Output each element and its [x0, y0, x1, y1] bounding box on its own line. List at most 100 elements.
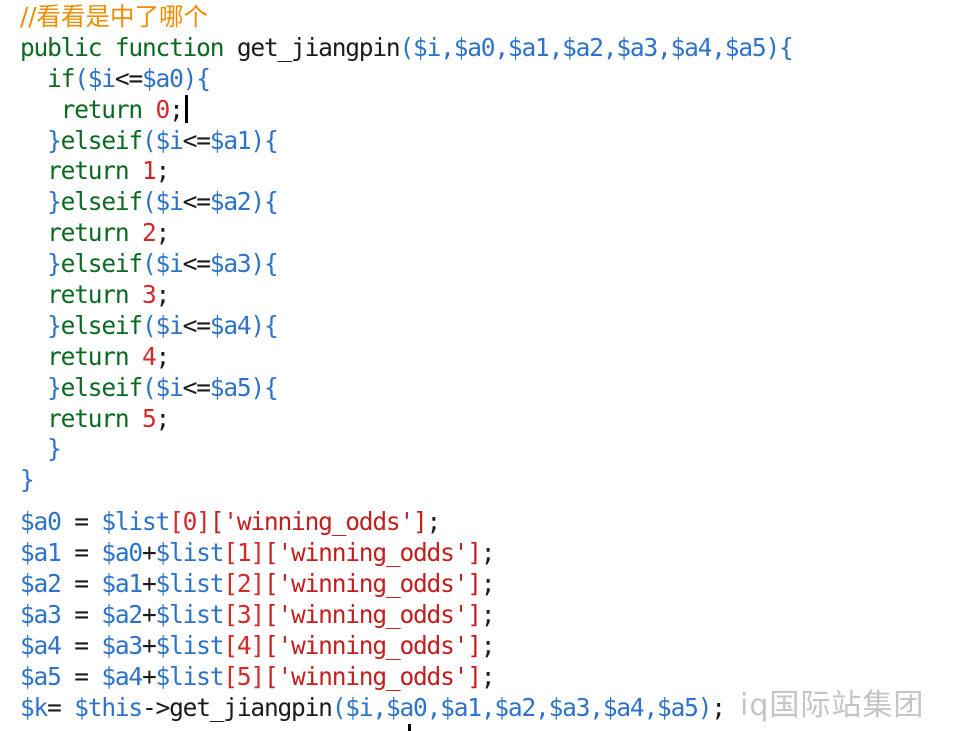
if-condition: ($i<=$a0){: [74, 63, 211, 93]
watermark: iq国际站集团: [740, 688, 925, 723]
closing-brace: }: [47, 434, 62, 464]
code-line[interactable]: return 1;: [20, 156, 793, 187]
keyword-return: return: [47, 341, 130, 371]
keyword-elseif: elseif: [60, 249, 144, 279]
code-line[interactable]: $a3 = $a2+$list[3]['winning_odds'];: [20, 600, 793, 631]
code-line[interactable]: }elseif($i<=$a3){: [20, 249, 793, 280]
code-line[interactable]: }elseif($i<=$a2){: [20, 187, 793, 218]
code-line[interactable]: }: [20, 465, 793, 496]
semicolon: ;: [155, 218, 171, 248]
code-line[interactable]: public function get_jiangpin($i,$a0,$a1,…: [20, 32, 794, 64]
function-name: get_jiangpin: [236, 32, 401, 62]
list-variable: $list: [155, 569, 225, 599]
keyword-return: return: [47, 218, 130, 248]
previous-sum: $a4+: [101, 661, 156, 691]
closing-brace: }: [47, 125, 62, 155]
code-line[interactable]: }elseif($i<=$a1){: [20, 126, 793, 157]
closing-brace: }: [47, 249, 62, 279]
semicolon: ;: [480, 630, 496, 660]
semicolon: ;: [169, 94, 184, 124]
elseif-condition: ($i<=$a1){: [141, 125, 279, 155]
assign-variable: $a2: [20, 569, 62, 599]
array-key: ['winning_odds']: [263, 661, 482, 691]
return-value: 0: [155, 94, 171, 124]
array-key: ['winning_odds']: [263, 569, 482, 599]
keyword-return: return: [47, 403, 130, 433]
array-key: ['winning_odds']: [263, 538, 482, 568]
code-line[interactable]: return 0;: [20, 94, 793, 126]
keyword-elseif: elseif: [60, 125, 144, 155]
previous-sum: $a2+: [101, 599, 156, 629]
semicolon: ;: [155, 341, 171, 371]
return-value: 2: [141, 218, 157, 248]
list-index: [1]: [223, 538, 265, 568]
code-line[interactable]: }elseif($i<=$a4){: [20, 311, 793, 342]
assign-variable: $a0: [20, 507, 62, 537]
code-line[interactable]: return 4;: [20, 342, 793, 373]
keyword-return: return: [60, 94, 144, 124]
keyword-function: function: [114, 32, 225, 62]
elseif-condition: ($i<=$a3){: [141, 249, 279, 279]
return-value: 5: [141, 403, 157, 433]
code-line[interactable]: return 5;: [20, 404, 793, 435]
code-line[interactable]: $k= $this->get_jiangpin($i,$a0,$a1,$a2,$…: [20, 693, 793, 724]
code-line[interactable]: [20, 496, 793, 507]
code-line[interactable]: if($i<=$a0){: [20, 64, 793, 95]
previous-sum: $a3+: [101, 630, 156, 660]
list-variable: $list: [155, 538, 225, 568]
arrow-operator: ->: [141, 692, 170, 722]
code-line[interactable]: }elseif($i<=$a5){: [20, 373, 793, 404]
assign-operator: =: [60, 630, 102, 660]
previous-sum: $a0+: [101, 538, 156, 568]
closing-brace: }: [47, 187, 62, 217]
code-comment: //看看是中了哪个: [20, 2, 209, 31]
code-editor[interactable]: //看看是中了哪个 public function get_jiangpin($i…: [0, 0, 970, 731]
array-key: ['winning_odds']: [209, 507, 428, 537]
code-line[interactable]: $a1 = $a0+$list[1]['winning_odds'];: [20, 538, 793, 569]
array-key: ['winning_odds']: [263, 630, 482, 660]
list-variable: $list: [155, 661, 225, 691]
code-line[interactable]: $a4 = $a3+$list[4]['winning_odds'];: [20, 631, 793, 662]
assign-variable: $a5: [20, 661, 62, 691]
this-variable: $this: [74, 692, 143, 722]
list-index: [0]: [169, 507, 211, 537]
method-name: get_jiangpin: [169, 692, 333, 722]
text-cursor: [184, 94, 188, 123]
code-line[interactable]: $a0 = $list[0]['winning_odds'];: [20, 507, 793, 538]
elseif-condition: ($i<=$a5){: [141, 372, 279, 402]
code-line[interactable]: return 2;: [20, 218, 793, 249]
keyword-elseif: elseif: [60, 372, 144, 402]
code-line[interactable]: return 3;: [20, 280, 793, 311]
code-line[interactable]: }: [20, 434, 793, 465]
list-variable: $list: [155, 599, 225, 629]
elseif-condition: ($i<=$a2){: [141, 187, 279, 217]
keyword-return: return: [47, 280, 130, 310]
code-line[interactable]: $a5 = $a4+$list[5]['winning_odds'];: [20, 662, 793, 693]
list-variable: $list: [155, 630, 225, 660]
assign-operator: =: [47, 692, 75, 722]
semicolon: ;: [155, 156, 171, 186]
return-value: 4: [141, 341, 157, 371]
assign-operator: =: [60, 569, 102, 599]
assign-variable: $a1: [20, 538, 62, 568]
semicolon: ;: [155, 403, 171, 433]
code-area[interactable]: //看看是中了哪个 public function get_jiangpin($i…: [20, 2, 794, 724]
assign-variable: $a3: [20, 599, 62, 629]
code-line[interactable]: $a2 = $a1+$list[2]['winning_odds'];: [20, 569, 793, 600]
closing-brace: }: [47, 372, 62, 402]
code-line[interactable]: //看看是中了哪个: [20, 2, 793, 33]
semicolon: ;: [711, 692, 726, 722]
keyword-elseif: elseif: [60, 187, 144, 217]
elseif-condition: ($i<=$a4){: [141, 310, 279, 340]
